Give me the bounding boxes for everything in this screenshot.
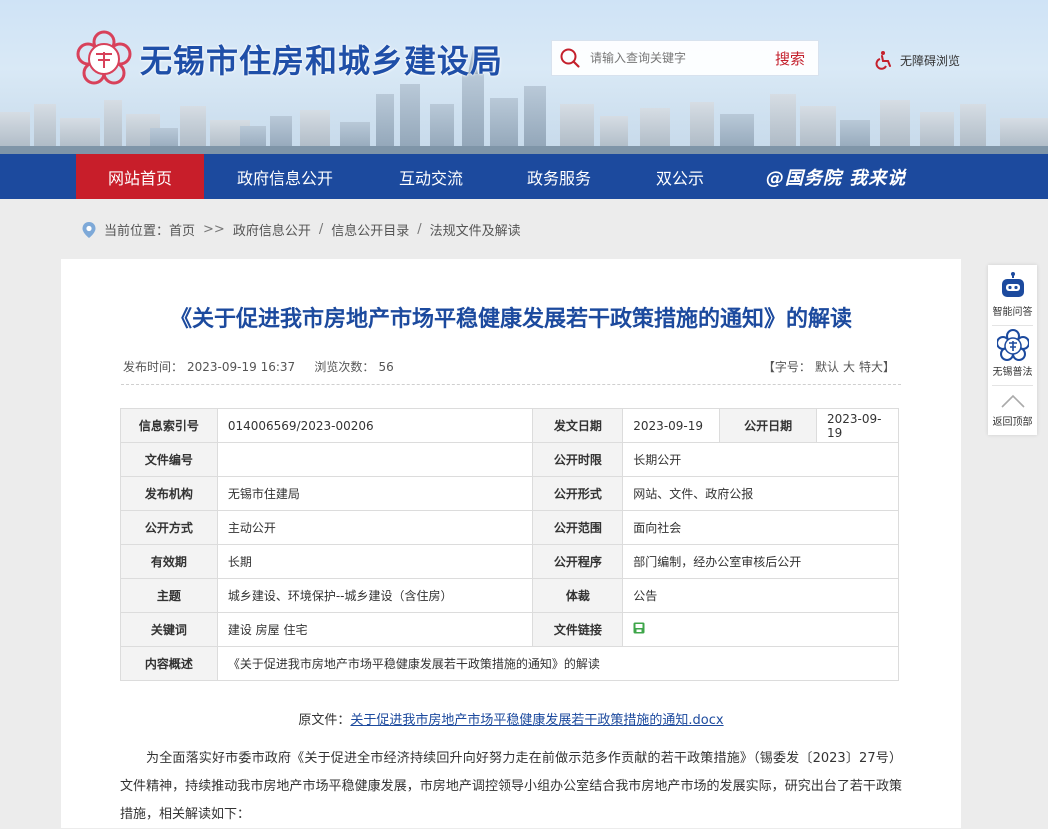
accessibility-link[interactable]: 无障碍浏览: [874, 50, 960, 70]
source-file-link[interactable]: 关于促进我市房地产市场平稳健康发展若干政策措施的通知.docx: [350, 713, 723, 728]
genre-label: 体裁: [532, 578, 624, 613]
file-link-cell: [622, 612, 899, 647]
accessibility-label: 无障碍浏览: [900, 53, 961, 68]
article-panel: 《关于促进我市房地产市场平稳健康发展若干政策措施的通知》的解读 发布时间： 202…: [61, 259, 961, 828]
public-procedure-label: 公开程序: [532, 544, 624, 579]
back-to-top-label: 返回顶部: [992, 417, 1033, 428]
table-row: 公开方式 主动公开 公开范围 面向社会: [120, 510, 899, 545]
table-row: 信息索引号 014006569/2023-00206 发文日期 2023-09-…: [120, 408, 899, 443]
validity-value: 长期: [216, 544, 534, 579]
font-size-default[interactable]: 默认: [815, 360, 839, 374]
header-banner: 无锡市住房和城乡建设局 搜索 无障碍浏览: [0, 0, 1048, 154]
public-scope-label: 公开范围: [532, 510, 624, 545]
search-icon[interactable]: [552, 40, 588, 76]
article-body: 为全面落实好市委市政府《关于促进全市经济持续回升向好努力走在前做示范多作贡献的若…: [120, 751, 902, 822]
public-period-label: 公开时限: [532, 442, 624, 477]
breadcrumb-separator: /: [318, 222, 324, 237]
table-row: 文件编号 公开时限 长期公开: [120, 442, 899, 477]
issue-date-value: 2023-09-19: [622, 408, 721, 443]
location-pin-icon: [82, 221, 96, 238]
views-count: 56: [378, 360, 394, 374]
main-navbar: 网站首页 政府信息公开 互动交流 政务服务 双公示 @国务院 我来说: [0, 154, 1048, 199]
back-to-top-button[interactable]: 返回顶部: [988, 391, 1037, 447]
toolbar-divider: [992, 325, 1033, 326]
breadcrumb-label: 当前位置：: [104, 224, 170, 239]
source-file: 原文件：关于促进我市房地产市场平稳健康发展若干政策措施的通知.docx: [61, 709, 961, 728]
search-input[interactable]: [588, 41, 762, 75]
public-form-label: 公开形式: [532, 476, 624, 511]
side-toolbar: 智能问答 无锡普法 返回顶部: [988, 265, 1037, 435]
issue-date-label: 发文日期: [532, 408, 624, 443]
wheelchair-icon: [875, 51, 891, 70]
robot-icon: [1001, 272, 1024, 297]
issuer-label: 发布机构: [120, 476, 218, 511]
toolbar-divider: [992, 385, 1033, 386]
topic-value: 城乡建设、环境保护--城乡建设（含住房）: [216, 578, 534, 613]
doc-no-value: [216, 442, 534, 477]
chevron-up-icon: [1000, 394, 1025, 408]
public-scope-value: 面向社会: [622, 510, 899, 545]
index-no-label: 信息索引号: [120, 408, 218, 443]
nav-item-home[interactable]: 网站首页: [76, 154, 204, 199]
public-date-label: 公开日期: [719, 408, 818, 443]
font-size-large[interactable]: 大: [843, 360, 855, 374]
breadcrumb-separator: /: [417, 222, 422, 237]
nav-slogan-state-council[interactable]: @国务院 我来说: [766, 154, 906, 199]
publish-time: 2023-09-19 16:37: [187, 360, 296, 374]
wuxi-law-label: 无锡普法: [992, 367, 1033, 378]
breadcrumb-info-catalog[interactable]: 信息公开目录: [331, 220, 409, 239]
topic-label: 主题: [120, 578, 218, 613]
nav-item-double-publicity[interactable]: 双公示: [630, 154, 730, 199]
validity-label: 有效期: [120, 544, 218, 579]
file-link-label: 文件链接: [532, 612, 624, 647]
keywords-value: 建设 房屋 住宅: [216, 612, 534, 647]
wuxi-law-button[interactable]: 无锡普法: [988, 329, 1037, 385]
public-mode-value: 主动公开: [216, 510, 534, 545]
font-size-selector: 【字号： 默认大特大】: [763, 358, 895, 375]
smart-qa-label: 智能问答: [992, 307, 1033, 318]
law-emblem-icon: [996, 329, 1029, 361]
index-no-value: 014006569/2023-00206: [216, 408, 534, 443]
public-date-value: 2023-09-19: [816, 408, 899, 443]
nav-item-interaction[interactable]: 互动交流: [372, 154, 490, 199]
table-row: 有效期 长期 公开程序 部门编制，经办公室审核后公开: [120, 544, 899, 579]
article-title: 《关于促进我市房地产市场平稳健康发展若干政策措施的通知》的解读: [169, 307, 852, 332]
nav-item-gov-info[interactable]: 政府信息公开: [216, 154, 354, 199]
table-row: 发布机构 无锡市住建局 公开形式 网站、文件、政府公报: [120, 476, 899, 511]
public-mode-label: 公开方式: [120, 510, 218, 545]
summary-label: 内容概述: [120, 646, 218, 681]
views-label: 浏览次数：: [314, 360, 375, 374]
font-size-extra-large[interactable]: 特大: [859, 360, 883, 374]
keywords-label: 关键词: [120, 612, 218, 647]
search-box: 搜索: [551, 40, 819, 76]
nav-item-gov-services[interactable]: 政务服务: [500, 154, 618, 199]
font-size-suffix: 】: [882, 360, 895, 374]
issuer-value: 无锡市住建局: [216, 476, 534, 511]
publish-time-label: 发布时间：: [123, 360, 184, 374]
public-procedure-value: 部门编制，经办公室审核后公开: [622, 544, 899, 579]
table-row: 内容概述 《关于促进我市房地产市场平稳健康发展若干政策措施的通知》的解读: [120, 646, 900, 681]
meta-divider: [121, 384, 901, 385]
table-row: 主题 城乡建设、环境保护--城乡建设（含住房） 体裁 公告: [120, 578, 899, 613]
breadcrumb-separator: >>: [203, 222, 225, 237]
logo-emblem-icon[interactable]: [76, 30, 132, 86]
article-meta: 发布时间： 2023-09-19 16:37 浏览次数： 56: [123, 358, 398, 375]
public-period-value: 长期公开: [622, 442, 899, 477]
breadcrumb-home[interactable]: 首页: [169, 220, 195, 239]
info-table: 信息索引号 014006569/2023-00206 发文日期 2023-09-…: [120, 408, 900, 681]
font-size-prefix: 【字号：: [762, 360, 811, 374]
summary-value: 《关于促进我市房地产市场平稳健康发展若干政策措施的通知》的解读: [216, 646, 900, 681]
site-title[interactable]: 无锡市住房和城乡建设局: [140, 36, 503, 82]
public-form-value: 网站、文件、政府公报: [622, 476, 899, 511]
doc-no-label: 文件编号: [120, 442, 218, 477]
smart-qa-button[interactable]: 智能问答: [988, 271, 1037, 327]
search-button[interactable]: 搜索: [762, 41, 818, 75]
breadcrumb-regulations[interactable]: 法规文件及解读: [430, 220, 521, 239]
breadcrumb: 当前位置： 首页 >> 政府信息公开 / 信息公开目录 / 法规文件及解读: [82, 220, 521, 239]
table-row: 关键词 建设 房屋 住宅 文件链接: [120, 612, 899, 647]
file-download-icon[interactable]: [633, 622, 645, 634]
breadcrumb-gov-info[interactable]: 政府信息公开: [233, 220, 311, 239]
genre-value: 公告: [622, 578, 899, 613]
source-file-label: 原文件：: [298, 713, 351, 728]
